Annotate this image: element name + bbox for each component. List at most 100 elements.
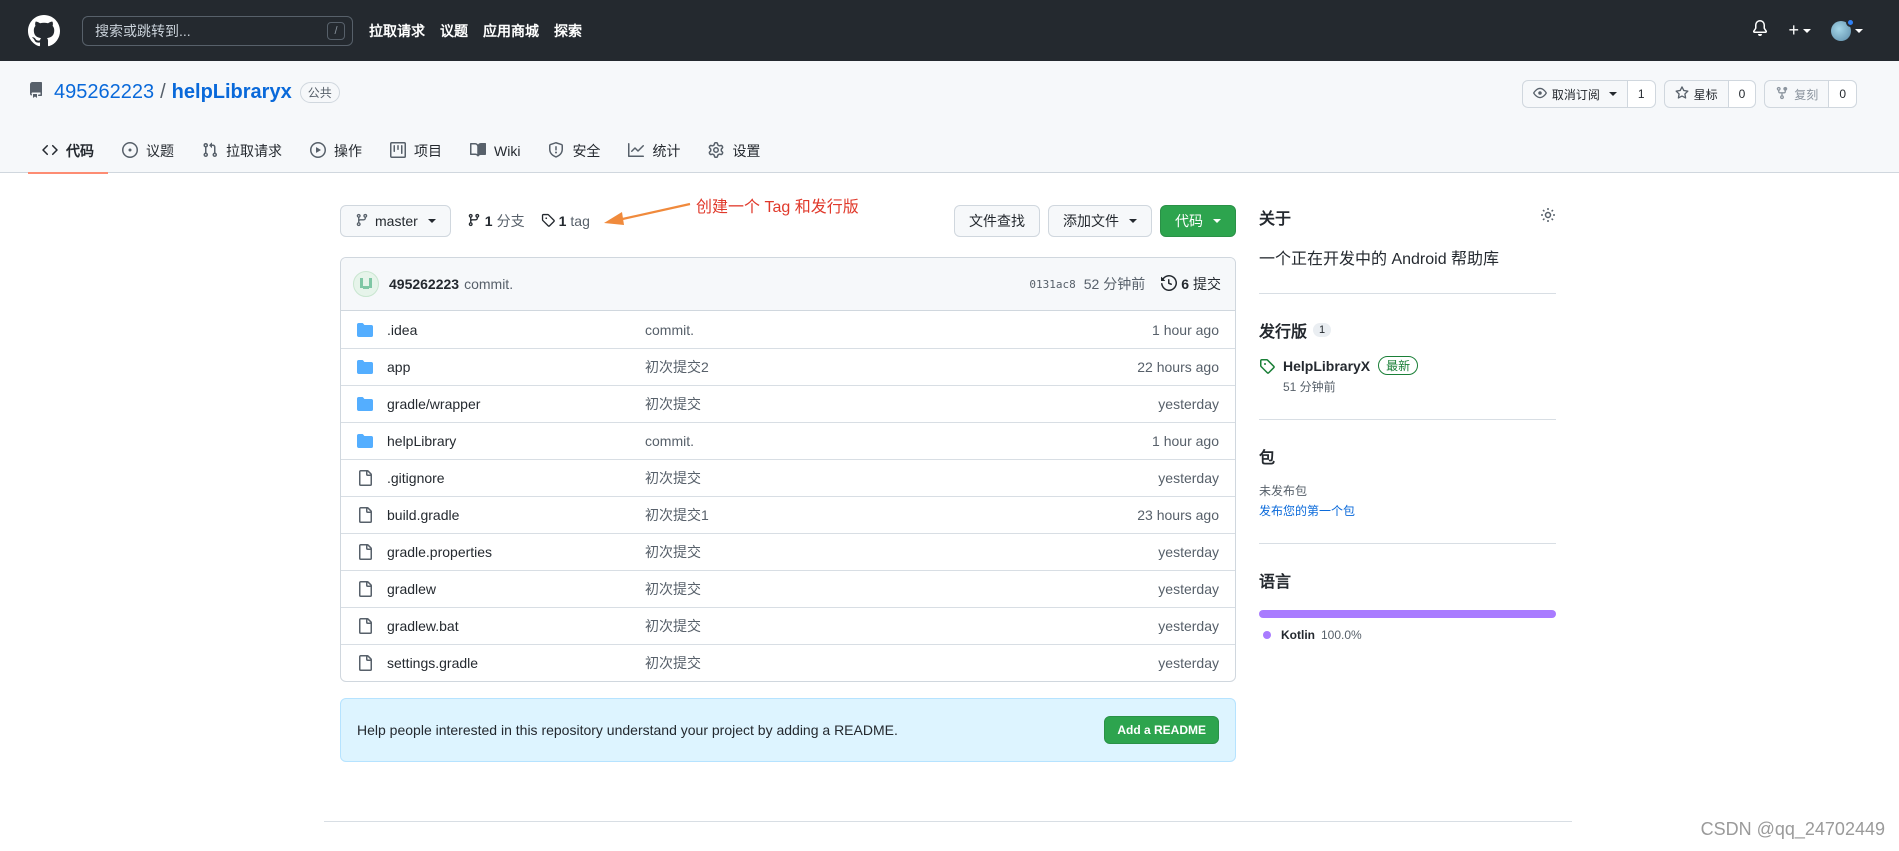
nav-marketplace[interactable]: 应用商城 <box>483 21 539 41</box>
file-commit-message-link[interactable]: 初次提交 <box>645 394 1158 414</box>
github-logo-icon[interactable] <box>28 14 60 47</box>
fork-count[interactable]: 0 <box>1829 81 1856 107</box>
watch-button[interactable]: 取消订阅 1 <box>1521 80 1656 108</box>
file-commit-message-link[interactable]: 初次提交 <box>645 579 1158 599</box>
file-name-link[interactable]: .gitignore <box>387 470 645 486</box>
global-nav: 拉取请求 议题 应用商城 探索 <box>369 21 582 41</box>
tab-insights[interactable]: 统计 <box>614 129 694 173</box>
tag-icon <box>541 213 555 230</box>
file-commit-message-link[interactable]: 初次提交2 <box>645 357 1137 377</box>
tab-label: Wiki <box>494 143 521 159</box>
file-row[interactable]: gradle/wrapper 初次提交 yesterday <box>341 385 1235 422</box>
nav-issues[interactable]: 议题 <box>440 21 468 41</box>
nav-explore[interactable]: 探索 <box>554 21 582 41</box>
tab-pull-requests[interactable]: 拉取请求 <box>188 129 296 173</box>
file-row[interactable]: gradlew 初次提交 yesterday <box>341 570 1235 607</box>
chevron-down-icon <box>1855 28 1863 33</box>
tab-label: 设置 <box>732 143 761 159</box>
repo-name-link[interactable]: helpLibraryx <box>172 81 292 104</box>
add-file-button[interactable]: 添加文件 <box>1048 205 1152 237</box>
file-row[interactable]: .gitignore 初次提交 yesterday <box>341 459 1235 496</box>
file-commit-message-link[interactable]: 初次提交 <box>645 653 1158 673</box>
gear-icon <box>708 141 724 161</box>
file-commit-message-link[interactable]: commit. <box>645 433 1152 449</box>
file-commit-message-link[interactable]: 初次提交1 <box>645 505 1137 525</box>
user-menu[interactable] <box>1831 17 1863 41</box>
file-name-link[interactable]: gradle.properties <box>387 544 645 560</box>
avatar[interactable] <box>353 271 379 297</box>
star-icon <box>1675 85 1689 103</box>
watch-count[interactable]: 1 <box>1627 81 1655 107</box>
tab-wiki[interactable]: Wiki <box>456 129 534 173</box>
branches-link[interactable]: 1 分支 <box>467 211 525 231</box>
project-icon <box>390 141 406 161</box>
commit-author-link[interactable]: 495262223 <box>389 276 459 292</box>
gear-icon[interactable] <box>1540 207 1556 228</box>
tab-label: 拉取请求 <box>226 143 282 159</box>
packages-section-header[interactable]: 包 <box>1259 444 1556 468</box>
readme-banner-text: Help people interested in this repositor… <box>357 722 898 738</box>
file-name-link[interactable]: build.gradle <box>387 507 645 523</box>
file-name-link[interactable]: .idea <box>387 322 645 338</box>
file-commit-message-link[interactable]: 初次提交 <box>645 616 1158 636</box>
repo-owner-link[interactable]: 495262223 <box>54 81 154 104</box>
file-name-link[interactable]: gradlew.bat <box>387 618 645 634</box>
commit-message-link[interactable]: commit. <box>464 276 513 292</box>
fork-button[interactable]: 复刻 0 <box>1764 80 1857 108</box>
annotation-text: 创建一个 Tag 和发行版 <box>696 199 859 216</box>
file-name-link[interactable]: gradle/wrapper <box>387 396 645 412</box>
branch-select-button[interactable]: master <box>340 205 451 237</box>
release-time: 51 分钟前 <box>1283 380 1336 394</box>
add-readme-button[interactable]: Add a README <box>1104 716 1219 744</box>
file-commit-message-link[interactable]: commit. <box>645 322 1152 338</box>
release-item[interactable]: HelpLibraryX 最新 51 分钟前 <box>1259 356 1556 395</box>
about-description: 一个正在开发中的 Android 帮助库 <box>1259 251 1500 268</box>
file-name-link[interactable]: gradlew <box>387 581 645 597</box>
tags-link[interactable]: 1 tag <box>541 213 590 230</box>
repo-icon <box>28 81 44 104</box>
star-button[interactable]: 星标 0 <box>1663 80 1757 108</box>
file-row[interactable]: gradlew.bat 初次提交 yesterday <box>341 607 1235 644</box>
chevron-down-icon <box>1213 219 1221 223</box>
repo-path-separator: / <box>160 81 166 103</box>
notification-bell-icon[interactable] <box>1752 20 1768 41</box>
language-item[interactable]: Kotlin 100.0% <box>1259 628 1556 642</box>
languages-section-header: 语言 <box>1259 568 1556 592</box>
file-icon <box>357 655 373 671</box>
search-input[interactable]: 搜索或跳转到... / <box>82 15 353 46</box>
commit-sha-link[interactable]: 0131ac8 <box>1029 278 1075 291</box>
file-commit-age: 1 hour ago <box>1152 433 1219 449</box>
tab-settings[interactable]: 设置 <box>694 129 774 173</box>
annotation-arrow-icon <box>604 202 691 225</box>
tab-projects[interactable]: 项目 <box>376 129 456 173</box>
tab-code[interactable]: 代码 <box>28 129 108 174</box>
file-row[interactable]: build.gradle 初次提交1 23 hours ago <box>341 496 1235 533</box>
star-label: 星标 <box>1693 87 1718 102</box>
releases-section-header[interactable]: 发行版 1 <box>1259 318 1556 342</box>
star-count[interactable]: 0 <box>1728 81 1756 107</box>
tab-label: 议题 <box>146 143 174 159</box>
file-commit-message-link[interactable]: 初次提交 <box>645 542 1158 562</box>
release-name: HelpLibraryX <box>1283 357 1371 374</box>
tab-issues[interactable]: 议题 <box>108 129 188 173</box>
file-row[interactable]: .idea commit. 1 hour ago <box>341 311 1235 348</box>
file-name-link[interactable]: settings.gradle <box>387 655 645 671</box>
code-button[interactable]: 代码 <box>1160 205 1236 237</box>
file-row[interactable]: helpLibrary commit. 1 hour ago <box>341 422 1235 459</box>
create-new-menu[interactable]: + <box>1788 20 1811 41</box>
file-name-link[interactable]: helpLibrary <box>387 433 645 449</box>
nav-pull-requests[interactable]: 拉取请求 <box>369 21 425 41</box>
file-row[interactable]: gradle.properties 初次提交 yesterday <box>341 533 1235 570</box>
commits-history-link[interactable]: 6 提交 <box>1161 274 1221 294</box>
file-row[interactable]: settings.gradle 初次提交 yesterday <box>341 644 1235 681</box>
file-icon <box>357 507 373 523</box>
tab-security[interactable]: 安全 <box>534 129 614 173</box>
file-commit-message-link[interactable]: 初次提交 <box>645 468 1158 488</box>
avatar <box>1831 17 1855 41</box>
find-file-button[interactable]: 文件查找 <box>954 205 1040 237</box>
file-row[interactable]: app 初次提交2 22 hours ago <box>341 348 1235 385</box>
tab-actions[interactable]: 操作 <box>296 129 376 173</box>
branch-bar: master 1 分支 1 tag 创建一个 Tag 和发行版 文件查找 添加文… <box>340 199 1236 237</box>
publish-package-link[interactable]: 发布您的第一个包 <box>1259 502 1556 519</box>
file-name-link[interactable]: app <box>387 359 645 375</box>
